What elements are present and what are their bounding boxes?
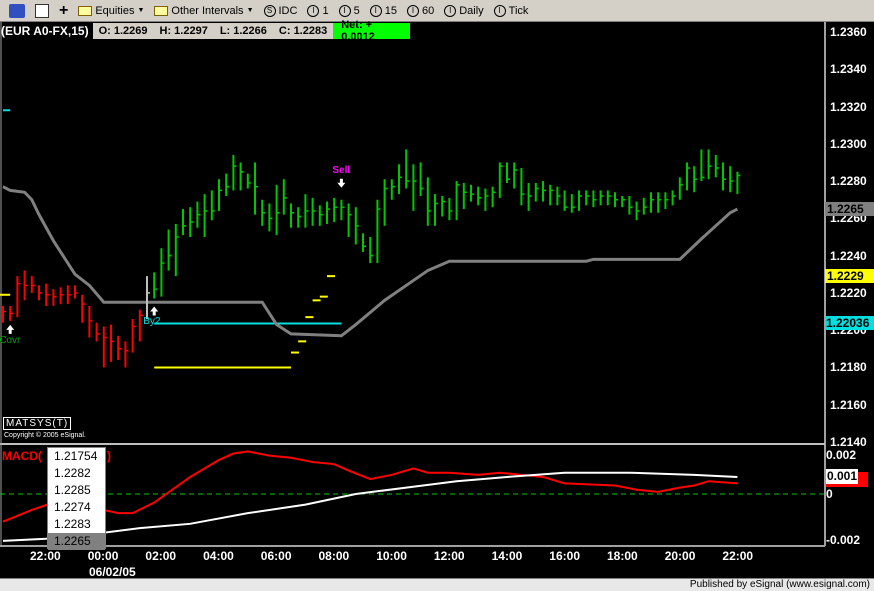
date-label: 06/02/05: [89, 565, 136, 579]
time-tick-label: 12:00: [433, 549, 465, 563]
price-tick-label: 1.2280: [830, 174, 867, 189]
time-tick-label: 10:00: [376, 549, 407, 563]
price-chart[interactable]: [0, 0, 874, 591]
popup-item[interactable]: 1.2283: [48, 516, 105, 533]
price-tick-label: 1.2340: [830, 62, 867, 77]
cyan-level-label: 1.22036: [825, 316, 874, 331]
macd-label-end: ): [107, 449, 111, 463]
time-tick-label: 00:00: [87, 549, 119, 563]
macd-tick-label: 0: [826, 487, 833, 501]
copyright: Copyright © 2005 eSignal.: [4, 432, 86, 439]
popup-item[interactable]: 1.21754: [48, 448, 105, 465]
time-tick-label: 18:00: [607, 549, 638, 563]
signal-label: Covr: [0, 334, 21, 346]
macd-label: MACD(: [2, 449, 42, 463]
price-tick-label: 1.2320: [830, 99, 867, 114]
yellow-level-label: 1.2229: [825, 269, 874, 284]
study-label[interactable]: MATSYS(T): [3, 417, 72, 430]
macd-tick-label: 0.002: [826, 448, 857, 462]
price-tick-label: 1.2180: [830, 360, 867, 375]
time-tick-label: 02:00: [145, 549, 177, 563]
macd-macd-line: [2, 450, 738, 523]
price-popup-list[interactable]: 1.21754 1.2282 1.2285 1.2274 1.2283 1.2265: [47, 447, 106, 550]
price-tick-label: 1.2220: [830, 285, 867, 300]
status-bar: Published by eSignal (www.esignal.com): [0, 578, 874, 591]
arrow-up-icon: [6, 324, 15, 334]
popup-item[interactable]: 1.2282: [48, 465, 105, 482]
last-price-label: 1.2265: [825, 202, 874, 217]
popup-item[interactable]: 1.2274: [48, 499, 105, 516]
popup-item[interactable]: 1.2285: [48, 482, 105, 499]
macd-signal-line: [2, 471, 738, 542]
price-tick-label: 1.2360: [830, 25, 867, 39]
price-tick-label: 1.2240: [830, 248, 867, 263]
price-tick-label: 1.2140: [830, 434, 867, 449]
time-tick-label: 06:00: [260, 549, 292, 563]
time-tick-label: 14:00: [491, 549, 523, 563]
macd-tick-label: -0.002: [826, 533, 861, 547]
arrow-up-icon: [150, 306, 159, 316]
time-tick-label: 22:00: [722, 549, 754, 563]
time-tick-label: 22:00: [30, 549, 61, 563]
arrow-down-icon: [337, 178, 346, 188]
time-tick-label: 04:00: [203, 549, 234, 563]
signal-label: By2: [143, 316, 161, 328]
popup-item[interactable]: 1.2265: [48, 533, 105, 550]
time-tick-label: 08:00: [318, 549, 350, 563]
price-tick-label: 1.2160: [830, 397, 867, 412]
signal-label: Sell: [332, 164, 351, 176]
macd-value-label: 0.001: [826, 469, 859, 484]
time-tick-label: 16:00: [549, 549, 580, 563]
price-tick-label: 1.2300: [830, 136, 867, 151]
time-tick-label: 20:00: [664, 549, 696, 563]
